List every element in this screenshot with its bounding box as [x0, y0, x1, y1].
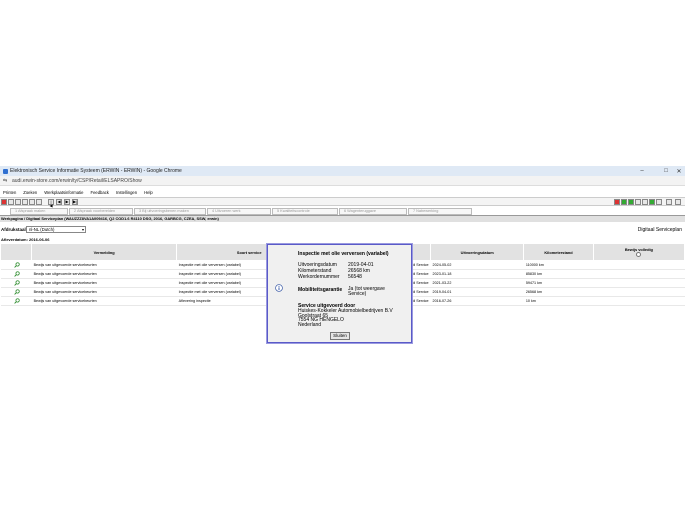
magnifier-icon[interactable]	[14, 261, 20, 268]
service-detail-dialog: Inspectie met olie verversen (variabel) …	[267, 244, 412, 343]
magnifier-icon[interactable]	[14, 288, 20, 295]
filter-row: Afdrukstaal: nl-NL (Dutch) ▾ Digitaal Ser…	[0, 226, 685, 234]
app-icon	[3, 168, 8, 174]
close-icon[interactable]: ✕	[673, 166, 685, 176]
exit-icon[interactable]	[675, 199, 681, 205]
page-title: Digitaal Serviceplan	[637, 227, 682, 233]
ok-icon[interactable]	[621, 199, 627, 205]
stop-icon[interactable]	[614, 199, 620, 205]
magnifier-icon[interactable]	[14, 279, 20, 286]
workflow-steps: 1 Afspraak maken 2 Afspraak voorbereiden…	[0, 207, 685, 215]
step-4[interactable]: 4 Uitvoeren werk	[207, 207, 271, 215]
mobility-value: Ja (tot weergave Service)	[348, 286, 385, 297]
cell-vermelding: Bewijs van uitgevoerde servicebeurten	[31, 278, 177, 288]
menu-item-printen[interactable]: Printen	[3, 190, 16, 195]
home-icon[interactable]	[1, 199, 7, 205]
edit-icon[interactable]	[22, 199, 28, 205]
toolbar: |◀ ◀ ▶ ▶|	[0, 197, 685, 208]
row-icon-cell	[0, 278, 32, 288]
step-3[interactable]: 3 Bij uitvoeringsbenen maken	[134, 207, 206, 215]
col-vermelding: Vermelding	[31, 243, 178, 261]
menu-item-instellingen[interactable]: Instellingen	[116, 190, 137, 195]
trash-icon[interactable]	[666, 199, 672, 205]
cell-vermelding: Bewijs van uitgevoerde servicebeurten	[31, 260, 177, 270]
vehicle-info: Werkpagina / Digitaal Serviceplan (WAUZZ…	[0, 216, 685, 222]
delivery-date: Afleverdatum: 2016-06-06	[1, 237, 50, 242]
language-select[interactable]: nl-NL (Dutch) ▾	[26, 226, 86, 233]
cell-bewijs	[593, 278, 685, 288]
cell-vermelding: Bewijs van uitgevoerde servicebeurten	[31, 269, 177, 279]
tool-icon[interactable]	[642, 199, 648, 205]
list-icon[interactable]	[15, 199, 21, 205]
cell-km: 110000 km	[523, 260, 594, 270]
cell-datum: 2016-07-26	[430, 296, 524, 306]
cell-vermelding: Bewijs van uitgevoerde servicebeurten	[31, 296, 177, 306]
dialog-title: Inspectie met olie verversen (variabel)	[298, 251, 389, 257]
col-datum: Uitvoeringsdatum	[430, 243, 525, 261]
minimize-icon[interactable]: –	[636, 166, 648, 176]
cell-datum: 2023-01-18	[430, 269, 524, 279]
cell-km: 10 km	[523, 296, 594, 306]
step-6[interactable]: 6 Wagenteruggave	[339, 207, 407, 215]
title-bar: Elektronisch Service Informatie Systeem …	[0, 166, 685, 176]
check-icon[interactable]	[649, 199, 655, 205]
mobility-label: Mobiliteitsgarantie	[298, 287, 343, 293]
bewijs-all-checkbox[interactable]	[636, 251, 642, 257]
cell-bewijs	[593, 260, 685, 270]
field-value-werkorder: 56548	[348, 274, 362, 280]
step-5[interactable]: 5 Kwaliteitscontrole	[272, 207, 338, 215]
row-icon-cell	[0, 269, 32, 279]
next-icon[interactable]: ▶	[64, 199, 70, 205]
car-icon[interactable]	[628, 199, 634, 205]
close-button[interactable]: Sluiten	[330, 332, 350, 340]
refresh-icon[interactable]	[8, 199, 14, 205]
cell-km: 26568 km	[523, 287, 594, 297]
menu-bar: Printen Zoeken Werkplaatsinformatie Feed…	[0, 189, 685, 196]
col-icon	[0, 243, 33, 261]
magnifier-icon[interactable]	[14, 270, 20, 277]
last-icon[interactable]: ▶|	[72, 199, 78, 205]
menu-item-feedback[interactable]: Feedback	[91, 190, 109, 195]
col-bewijs: Bewijs volledig	[592, 243, 685, 261]
address-bar: ⇆ audi.erwin-store.com/erwin/ty/CSP/Reta…	[0, 176, 685, 186]
menu-item-werkplaatsinformatie[interactable]: Werkplaatsinformatie	[44, 190, 83, 195]
cell-km: 59471 km	[523, 278, 594, 288]
field-label-werkorder: Werkordernummer	[298, 274, 340, 280]
step-2[interactable]: 2 Afspraak voorbereiden	[69, 207, 133, 215]
step-7[interactable]: 7 Nabewerking	[408, 207, 472, 215]
save-icon[interactable]	[36, 199, 42, 205]
cell-bewijs	[593, 296, 685, 306]
cell-datum: 2024-05-02	[430, 260, 524, 270]
cell-bewijs	[593, 287, 685, 297]
url-text[interactable]: audi.erwin-store.com/erwin/ty/CSP/Retail…	[12, 178, 142, 184]
print-icon[interactable]	[29, 199, 35, 205]
language-label: Afdrukstaal:	[1, 227, 28, 232]
first-icon[interactable]: |◀	[48, 199, 54, 208]
doc-icon[interactable]	[656, 199, 662, 205]
dealer-address: Huiskes-Kokkeler Automobielbedrijven B.V…	[298, 309, 393, 327]
row-icon-cell	[0, 260, 32, 270]
row-icon-cell	[0, 287, 32, 297]
language-value: nl-NL (Dutch)	[29, 227, 55, 232]
row-icon-cell	[0, 296, 32, 306]
col-km: Kilometerstand	[523, 243, 594, 261]
cell-bewijs	[593, 269, 685, 279]
prev-icon[interactable]: ◀	[56, 199, 62, 205]
cell-km: 85830 km	[523, 269, 594, 279]
cell-datum: 2021-03-22	[430, 278, 524, 288]
address-line: Nederland	[298, 321, 322, 328]
site-info-icon[interactable]: ⇆	[3, 178, 9, 184]
car2-icon[interactable]	[635, 199, 641, 205]
window-title: Elektronisch Service Informatie Systeem …	[10, 168, 182, 174]
bewijs-label: Bewijs volledig	[624, 246, 653, 252]
chevron-down-icon: ▾	[81, 227, 84, 232]
cell-vermelding: Bewijs van uitgevoerde servicebeurten	[31, 287, 177, 297]
menu-item-help[interactable]: Help	[144, 190, 153, 195]
menu-item-zoeken[interactable]: Zoeken	[23, 190, 37, 195]
cell-datum: 2019-04-01	[430, 287, 524, 297]
magnifier-icon[interactable]	[14, 297, 20, 304]
step-1[interactable]: 1 Afspraak maken	[10, 207, 68, 215]
maximize-icon[interactable]: □	[660, 166, 672, 176]
info-icon	[275, 284, 283, 292]
